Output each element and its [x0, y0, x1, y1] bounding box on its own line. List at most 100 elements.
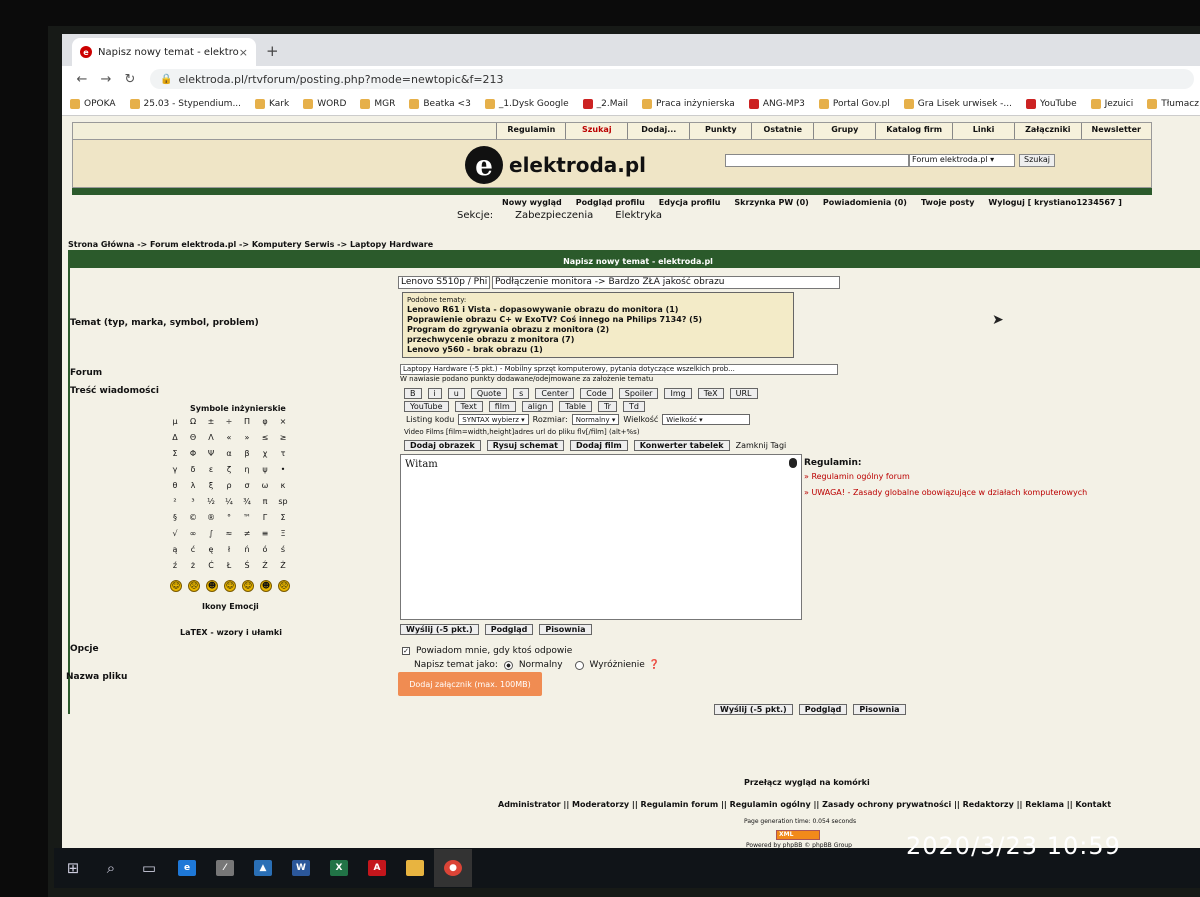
symbol-button[interactable]: ρ [220, 478, 238, 494]
emoticon-icon[interactable]: ☺ [170, 580, 182, 592]
symbol-button[interactable]: ≠ [238, 526, 256, 542]
symbol-button[interactable]: Θ [184, 430, 202, 446]
wielkosc-select[interactable]: Wielkość ▾ [662, 414, 751, 425]
bbcode-button[interactable]: s [513, 388, 530, 399]
user-menu-item[interactable]: Podgląd profilu [576, 198, 645, 207]
bbcode-button[interactable]: Text [454, 401, 483, 412]
bbcode-button[interactable]: URL [729, 388, 758, 399]
send-button[interactable]: Wyślij (-5 pkt.) [714, 704, 793, 715]
symbol-button[interactable]: ½ [202, 494, 220, 510]
microphone-icon[interactable] [789, 458, 797, 468]
message-textarea[interactable]: Witam [400, 454, 802, 620]
similar-topic-link[interactable]: Program do zgrywania obrazu z monitora (… [407, 325, 789, 335]
symbol-button[interactable]: ł [220, 542, 238, 558]
word-icon[interactable]: W [282, 849, 320, 887]
top-menu-item[interactable]: Linki [952, 123, 1015, 139]
bbcode-button[interactable]: Center [535, 388, 575, 399]
symbol-button[interactable]: ™ [238, 510, 256, 526]
symbol-button[interactable]: ® [202, 510, 220, 526]
emoticon-icon[interactable]: ☻ [206, 580, 218, 592]
top-menu-item[interactable]: Szukaj [565, 123, 628, 139]
spellcheck-button[interactable]: Pisownia [539, 624, 592, 635]
spellcheck-button[interactable]: Pisownia [853, 704, 906, 715]
bbcode-button[interactable]: B [404, 388, 422, 399]
bookmark-item[interactable]: 25.03 - Stypendium... [129, 98, 241, 109]
bookmark-item[interactable]: _1.Dysk Google [484, 98, 569, 109]
emoticon-icon[interactable]: ☺ [242, 580, 254, 592]
user-menu-item[interactable]: Edycja profilu [659, 198, 721, 207]
rules-link-general[interactable]: » Regulamin ogólny forum [804, 472, 910, 481]
preview-button[interactable]: Podgląd [484, 624, 534, 635]
preview-button[interactable]: Podgląd [798, 704, 848, 715]
section-electrics[interactable]: Elektryka [615, 210, 662, 221]
forward-icon[interactable]: → [94, 72, 118, 87]
symbol-button[interactable]: ę [202, 542, 220, 558]
latex-link[interactable]: LaTEX - wzory i ułamki [180, 628, 282, 637]
symbol-button[interactable]: § [166, 510, 184, 526]
symbol-button[interactable]: ą [166, 542, 184, 558]
bookmark-item[interactable]: Praca inżynierska [642, 98, 735, 109]
bbcode-button[interactable]: Dodaj obrazek [404, 440, 481, 451]
bbcode-button[interactable]: YouTube [404, 401, 449, 412]
symbol-button[interactable]: Ć [202, 558, 220, 574]
symbol-button[interactable]: Λ [202, 430, 220, 446]
bbcode-button[interactable]: Td [622, 401, 645, 412]
bbcode-button[interactable]: TeX [697, 388, 724, 399]
breadcrumb[interactable]: Strona Główna -> Forum elektroda.pl -> K… [68, 240, 433, 249]
task-view-icon[interactable]: ▭ [130, 849, 168, 887]
top-menu-item[interactable]: Załączniki [1014, 123, 1081, 139]
symbol-button[interactable]: ψ [256, 462, 274, 478]
user-menu-item[interactable]: Nowy wygląd [502, 198, 562, 207]
symbol-button[interactable]: Φ [184, 446, 202, 462]
bookmark-item[interactable]: Kark [255, 98, 289, 109]
radio-highlight[interactable] [574, 660, 584, 670]
search-scope-select[interactable]: Forum elektroda.pl ▾ [909, 154, 1015, 167]
symbol-button[interactable]: √ [166, 526, 184, 542]
symbol-button[interactable]: ° [220, 510, 238, 526]
symbol-button[interactable]: τ [274, 446, 292, 462]
help-icon[interactable]: ❓ [649, 660, 660, 670]
excel-icon[interactable]: X [320, 849, 358, 887]
app-icon[interactable]: ⁄ [206, 849, 244, 887]
bookmark-item[interactable]: Jezuici [1090, 98, 1133, 109]
mobile-view-link[interactable]: Przełącz wygląd na komórki [744, 778, 870, 787]
bbcode-button[interactable]: i [427, 388, 442, 399]
symbol-button[interactable]: ² [166, 494, 184, 510]
symbol-button[interactable]: » [238, 430, 256, 446]
bbcode-button[interactable]: Rysuj schemat [486, 440, 564, 451]
user-menu-item[interactable]: Powiadomienia (0) [823, 198, 907, 207]
symbol-button[interactable]: λ [184, 478, 202, 494]
similar-topic-link[interactable]: Lenovo R61 i Vista - dopasowywanie obraz… [407, 305, 789, 315]
bbcode-button[interactable]: Table [559, 401, 592, 412]
symbol-button[interactable]: ń [238, 542, 256, 558]
symbol-button[interactable]: ź [166, 558, 184, 574]
search-icon[interactable]: ⌕ [92, 849, 130, 887]
notify-checkbox[interactable]: ✓ [402, 647, 410, 655]
symbol-button[interactable]: ≤ [256, 430, 274, 446]
symbol-button[interactable]: ć [184, 542, 202, 558]
symbol-button[interactable]: Π [238, 414, 256, 430]
emoticon-icon[interactable]: ☹ [278, 580, 290, 592]
bbcode-button[interactable]: Dodaj film [569, 440, 628, 451]
symbol-button[interactable]: « [220, 430, 238, 446]
forum-select[interactable]: Laptopy Hardware (-5 pkt.) - Mobilny spr… [400, 364, 838, 375]
symbol-button[interactable]: ≈ [220, 526, 238, 542]
search-button[interactable]: Szukaj [1019, 154, 1055, 167]
similar-topic-link[interactable]: Lenovo y560 - brak obrazu (1) [407, 345, 789, 355]
symbol-button[interactable]: ś [274, 542, 292, 558]
bookmark-item[interactable]: Portal Gov.pl [818, 98, 890, 109]
top-menu-item[interactable]: Newsletter [1080, 123, 1151, 139]
chrome-icon[interactable]: ● [434, 849, 472, 887]
symbol-button[interactable]: α [220, 446, 238, 462]
top-menu-item[interactable]: Ostatnie [751, 123, 814, 139]
bbcode-button[interactable]: u [447, 388, 465, 399]
symbol-button[interactable]: sp [274, 494, 292, 510]
symbol-button[interactable]: • [274, 462, 292, 478]
close-tab-icon[interactable]: × [239, 46, 248, 59]
top-menu-item[interactable]: Regulamin [496, 123, 566, 139]
similar-topic-link[interactable]: Poprawienie obrazu C+ w ExoTV? Coś inneg… [407, 315, 789, 325]
new-tab-icon[interactable]: + [266, 42, 279, 60]
symbol-button[interactable]: Ξ [274, 526, 292, 542]
file-explorer-icon[interactable] [396, 849, 434, 887]
url-input[interactable]: 🔒 elektroda.pl/rtvforum/posting.php?mode… [150, 69, 1194, 89]
